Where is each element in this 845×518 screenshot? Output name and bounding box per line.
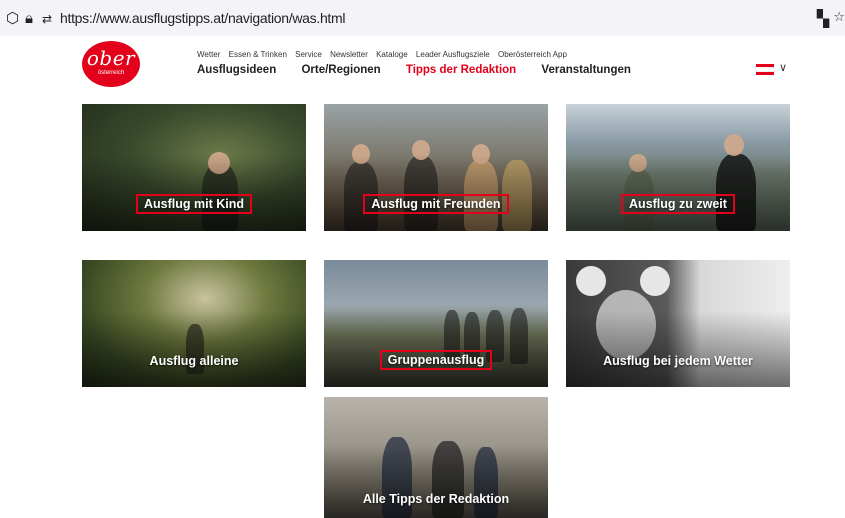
tile-gruppenausflug[interactable]: Gruppenausflug <box>324 260 548 387</box>
tile-alle-tipps-der-redaktion[interactable]: Alle Tipps der Redaktion <box>324 397 548 518</box>
logo-sub-text: österreich <box>97 70 125 76</box>
top-nav-newsletter[interactable]: Newsletter <box>330 50 368 59</box>
tile-shade <box>82 310 306 387</box>
main-nav-tipps-der-redaktion[interactable]: Tipps der Redaktion <box>406 64 516 76</box>
tile-label-wrap: Gruppenausflug <box>324 350 548 370</box>
tile-ausflug-mit-freunden[interactable]: Ausflug mit Freunden <box>324 104 548 231</box>
top-nav-wetter[interactable]: Wetter <box>197 50 220 59</box>
qr-code-icon[interactable]: ▚ <box>817 9 829 28</box>
tile-shade <box>82 154 306 231</box>
austria-flag-icon[interactable] <box>755 64 775 75</box>
tile-label: Alle Tipps der Redaktion <box>362 492 510 506</box>
tile-label-wrap: Ausflug mit Kind <box>82 194 306 214</box>
tile-ausflug-alleine[interactable]: Ausflug alleine <box>82 260 306 387</box>
shield-icon[interactable]: ⬡ <box>6 10 19 26</box>
top-nav: Wetter Essen & Trinken Service Newslette… <box>197 50 573 59</box>
tile-label-wrap: Ausflug mit Freunden <box>324 194 548 214</box>
ear-shape <box>640 266 670 296</box>
tile-label-wrap: Ausflug zu zweit <box>566 194 790 214</box>
top-nav-leader-ausflugsziele[interactable]: Leader Ausflugsziele <box>416 50 490 59</box>
tile-shade <box>566 310 790 387</box>
tile-label: Ausflug bei jedem Wetter <box>603 354 753 368</box>
tile-label-wrap: Alle Tipps der Redaktion <box>324 490 548 508</box>
permissions-icon[interactable]: ⇄ <box>42 11 52 27</box>
lock-icon[interactable]: 🔒︎ <box>25 10 33 26</box>
tile-ausflug-zu-zweit[interactable]: Ausflug zu zweit <box>566 104 790 231</box>
logo-main-text: ober <box>86 46 136 70</box>
tile-shade <box>324 310 548 387</box>
top-nav-kataloge[interactable]: Kataloge <box>376 50 408 59</box>
person-head <box>724 134 744 156</box>
tile-ausflug-mit-kind[interactable]: Ausflug mit Kind <box>82 104 306 231</box>
tile-label-wrap: Ausflug alleine <box>82 352 306 370</box>
tile-shade <box>566 154 790 231</box>
top-nav-essen-trinken[interactable]: Essen & Trinken <box>229 50 287 59</box>
site-logo[interactable]: ober österreich <box>82 41 140 87</box>
tile-ausflug-bei-jedem-wetter[interactable]: Ausflug bei jedem Wetter <box>566 260 790 387</box>
tile-label: Gruppenausflug <box>379 350 493 370</box>
browser-toolbar: ⬡ 🔒︎ ⇄ https://www.ausflugstipps.at/navi… <box>0 0 845 36</box>
top-nav-service[interactable]: Service <box>295 50 322 59</box>
tile-label: Ausflug mit Kind <box>136 194 252 214</box>
main-nav: Ausflugsideen Orte/Regionen Tipps der Re… <box>197 64 653 76</box>
tile-label: Ausflug mit Freunden <box>363 194 509 214</box>
tile-label: Ausflug alleine <box>149 354 239 368</box>
top-nav-app[interactable]: Oberösterreich App <box>498 50 567 59</box>
main-nav-ausflugsideen[interactable]: Ausflugsideen <box>197 64 276 76</box>
chevron-down-icon[interactable]: ∨ <box>779 61 787 74</box>
tile-label-wrap: Ausflug bei jedem Wetter <box>566 352 790 370</box>
tile-shade <box>324 154 548 231</box>
main-nav-veranstaltungen[interactable]: Veranstaltungen <box>541 64 630 76</box>
main-nav-orte-regionen[interactable]: Orte/Regionen <box>301 64 380 76</box>
ear-shape <box>576 266 606 296</box>
tile-label: Ausflug zu zweit <box>621 194 735 214</box>
bookmark-star-icon[interactable]: ☆ <box>833 10 845 25</box>
address-bar[interactable]: https://www.ausflugstipps.at/navigation/… <box>60 10 346 26</box>
